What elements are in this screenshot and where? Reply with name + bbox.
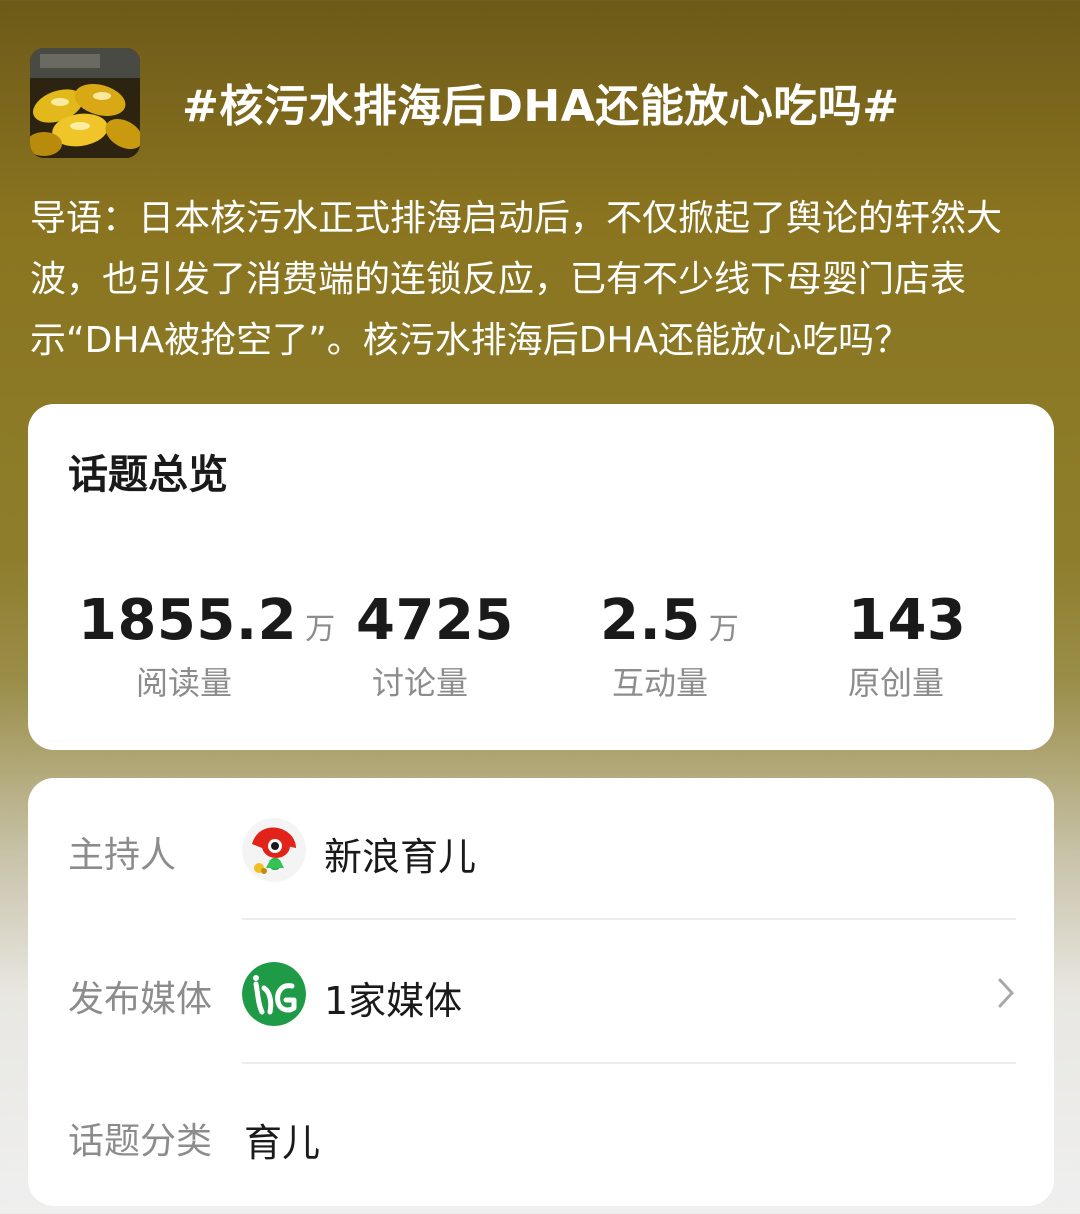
stat-value: 143 [848, 588, 967, 653]
topic-thumbnail [30, 48, 140, 158]
category-label: 话题分类 [68, 1121, 213, 1162]
stat-originals: 143 原创量 [848, 588, 1080, 708]
media-label: 发布媒体 [68, 979, 213, 1020]
media-count: 1家媒体 [324, 979, 463, 1023]
stat-label: 原创量 [848, 664, 945, 702]
chevron-right-icon[interactable] [996, 976, 1016, 1010]
media-logo-icon [242, 962, 306, 1026]
info-card: 主持人 新浪育儿 发布媒体 1家媒体 话题分类 育儿 [28, 778, 1054, 1206]
stat-label: 互动量 [612, 664, 709, 702]
host-row[interactable]: 主持人 新浪育儿 [28, 778, 1054, 920]
divider [242, 918, 1016, 920]
stat-unit: 万 [708, 612, 739, 647]
stat-label: 讨论量 [372, 664, 469, 702]
sina-logo-icon [242, 818, 306, 882]
overview-title: 话题总览 [68, 452, 228, 498]
media-row[interactable]: 发布媒体 1家媒体 [28, 922, 1054, 1064]
stat-interactions: 2.5 万 互动量 [600, 588, 860, 708]
stat-value: 2.5 [600, 588, 701, 653]
overview-card: 话题总览 1855.2 万 阅读量 4725 讨论量 2.5 万 互动量 143 原… [28, 404, 1054, 750]
stat-reads: 1855.2 万 阅读量 [78, 588, 338, 708]
stat-value: 1855.2 [78, 588, 298, 653]
stat-label: 阅读量 [136, 664, 233, 702]
topic-header: #核污水排海后DHA还能放心吃吗# [30, 48, 1050, 160]
category-value: 育儿 [244, 1121, 321, 1165]
stat-value: 4725 [356, 588, 514, 653]
stat-unit: 万 [305, 612, 336, 647]
category-row: 话题分类 育儿 [28, 1064, 1054, 1206]
host-name[interactable]: 新浪育儿 [324, 826, 476, 881]
topic-intro: 导语：日本核污水正式排海启动后，不仅掀起了舆论的轩然大波，也引发了消费端的连锁反… [30, 198, 1003, 361]
host-label: 主持人 [68, 835, 177, 876]
topic-title: #核污水排海后DHA还能放心吃吗# [182, 81, 900, 132]
stat-discussions: 4725 讨论量 [356, 588, 616, 708]
